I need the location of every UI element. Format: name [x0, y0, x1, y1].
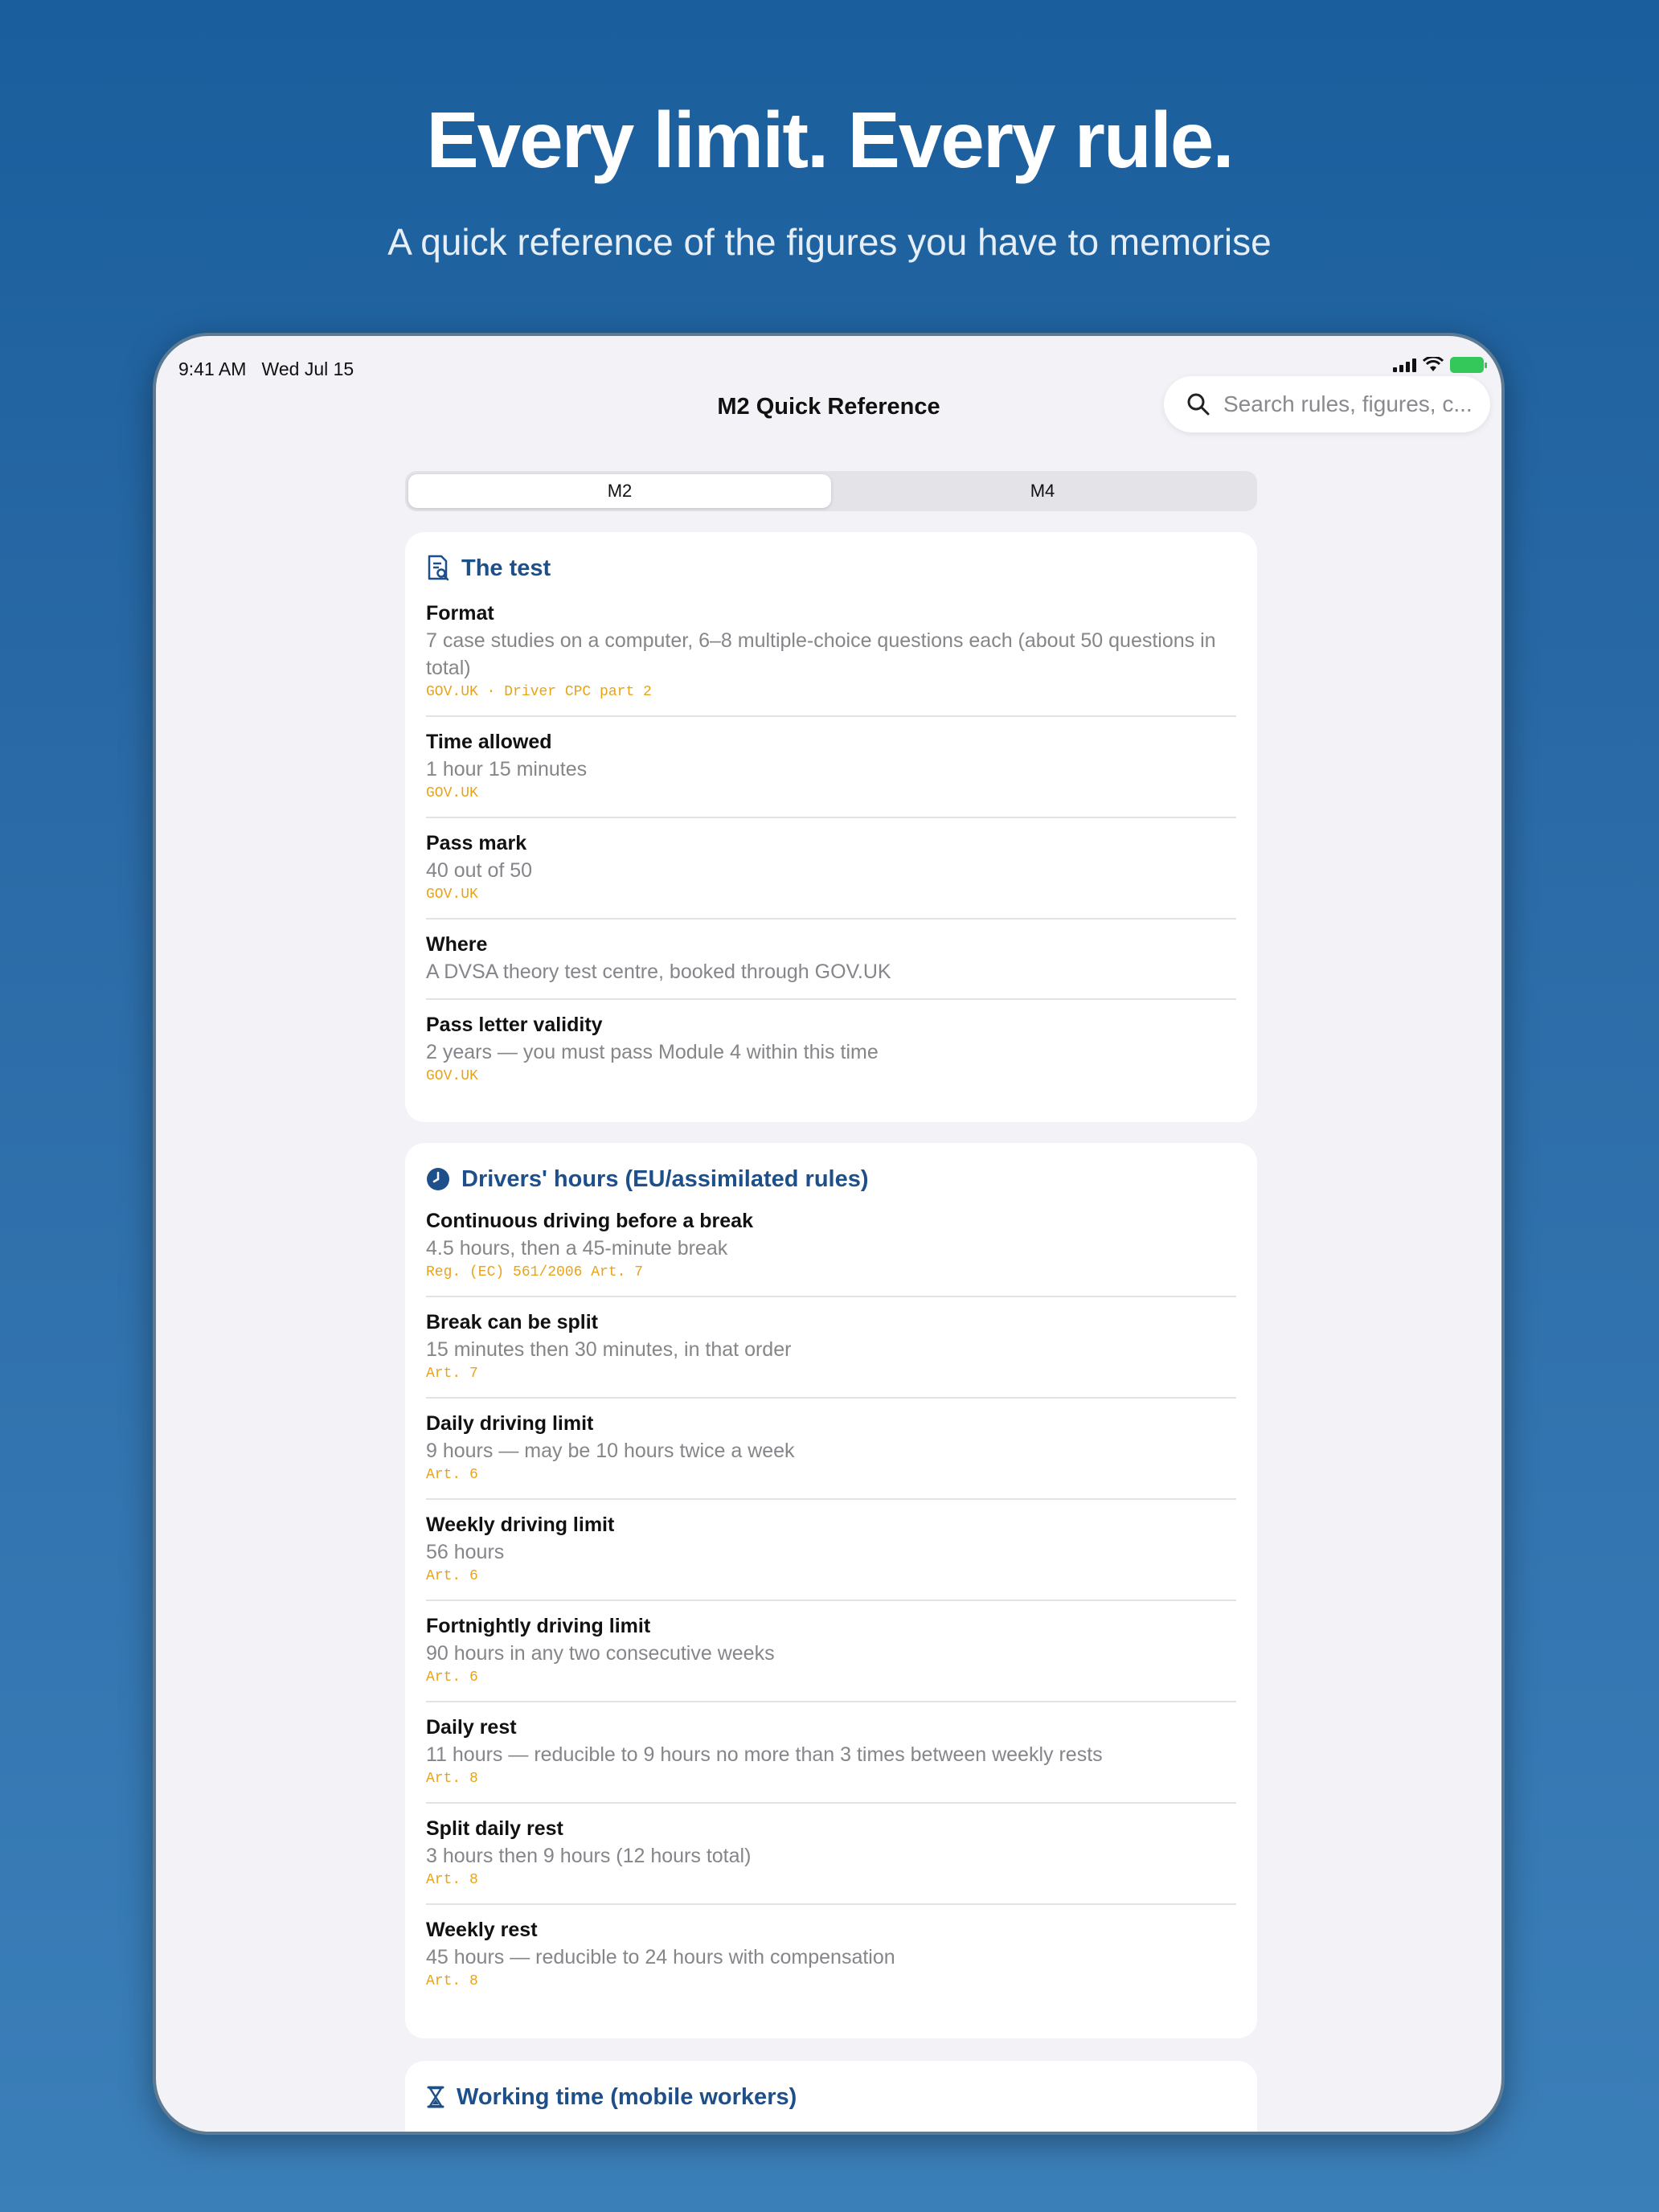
item-source: GOV.UK	[426, 1068, 478, 1084]
ipad-frame: 9:41 AM Wed Jul 15 M2 Quick Reference Se…	[153, 333, 1505, 2135]
item-value: 1 hour 15 minutes	[426, 758, 588, 780]
item-source: GOV.UK	[426, 887, 478, 903]
battery-charging-icon	[1450, 357, 1487, 373]
item-value: 15 minutes then 30 minutes, in that orde…	[426, 1338, 792, 1361]
item-value: 3 hours then 9 hours (12 hours total)	[426, 1845, 752, 1867]
item-label: Time allowed	[426, 731, 552, 753]
item-value: 40 out of 50	[426, 859, 533, 882]
list-item[interactable]: Weekly driving limit 56 hours Art. 6	[426, 1500, 1236, 1601]
item-label: Weekly rest	[426, 1919, 538, 1941]
list-item[interactable]: Weekly rest 45 hours — reducible to 24 h…	[426, 1905, 1236, 2005]
section-title: Working time (mobile workers)	[457, 2083, 797, 2110]
item-source: Art. 7	[426, 1366, 478, 1382]
section-card-working-time: Working time (mobile workers) Average wo…	[405, 2061, 1257, 2132]
item-label: Average working week	[426, 2128, 1236, 2132]
item-value: 4.5 hours, then a 45-minute break	[426, 1237, 728, 1260]
item-source: Art. 8	[426, 1872, 478, 1888]
item-source: Art. 6	[426, 1669, 478, 1686]
section-header: Working time (mobile workers)	[426, 2082, 1236, 2112]
list-item[interactable]: Continuous driving before a break 4.5 ho…	[426, 1196, 1236, 1297]
tab-m4[interactable]: M4	[831, 474, 1254, 508]
item-value: 90 hours in any two consecutive weeks	[426, 1642, 775, 1665]
item-source: Reg. (EC) 561/2006 Art. 7	[426, 1264, 644, 1280]
item-value: 2 years — you must pass Module 4 within …	[426, 1041, 879, 1063]
module-segmented-control[interactable]: M2 M4	[405, 471, 1257, 511]
item-label: Continuous driving before a break	[426, 1210, 753, 1232]
search-placeholder: Search rules, figures, c...	[1223, 391, 1473, 416]
item-source: Art. 8	[426, 1973, 478, 1989]
item-value: A DVSA theory test centre, booked throug…	[426, 961, 891, 983]
hero-subtitle: A quick reference of the figures you hav…	[387, 221, 1272, 263]
item-source: GOV.UK · Driver CPC part 2	[426, 684, 652, 700]
list-item[interactable]: Average working week	[426, 2117, 1236, 2132]
list-item[interactable]: Split daily rest 3 hours then 9 hours (1…	[426, 1804, 1236, 1905]
item-value: 56 hours	[426, 1541, 505, 1563]
item-value: 45 hours — reducible to 24 hours with co…	[426, 1946, 895, 1968]
list-item[interactable]: Break can be split 15 minutes then 30 mi…	[426, 1297, 1236, 1399]
item-value: 7 case studies on a computer, 6–8 multip…	[426, 629, 1216, 679]
document-search-icon	[428, 555, 449, 581]
item-label: Pass mark	[426, 832, 527, 854]
section-card-the-test: The test Format 7 case studies on a comp…	[405, 532, 1257, 1122]
item-source: GOV.UK	[426, 785, 478, 801]
item-value: 9 hours — may be 10 hours twice a week	[426, 1440, 795, 1462]
search-icon	[1187, 393, 1210, 416]
item-label: Format	[426, 602, 494, 625]
cellular-signal-icon	[1393, 358, 1416, 372]
section-card-drivers-hours: Drivers' hours (EU/assimilated rules) Co…	[405, 1143, 1257, 2038]
item-label: Daily driving limit	[426, 1412, 594, 1435]
item-label: Where	[426, 933, 488, 956]
item-source: Art. 6	[426, 1568, 478, 1584]
list-item[interactable]: Pass mark 40 out of 50 GOV.UK	[426, 818, 1236, 920]
section-header: The test	[426, 553, 1236, 584]
item-label: Split daily rest	[426, 1817, 563, 1840]
item-label: Fortnightly driving limit	[426, 1615, 651, 1637]
item-source: Art. 6	[426, 1467, 478, 1483]
search-field[interactable]: Search rules, figures, c...	[1164, 376, 1490, 432]
list-item[interactable]: Time allowed 1 hour 15 minutes GOV.UK	[426, 717, 1236, 818]
item-label: Pass letter validity	[426, 1014, 603, 1036]
section-title: The test	[461, 555, 551, 581]
status-time: 9:41 AM Wed Jul 15	[178, 358, 354, 379]
list-item[interactable]: Format 7 case studies on a computer, 6–8…	[426, 588, 1236, 717]
item-label: Daily rest	[426, 1716, 517, 1739]
list-item[interactable]: Fortnightly driving limit 90 hours in an…	[426, 1601, 1236, 1702]
list-item[interactable]: Pass letter validity 2 years — you must …	[426, 1000, 1236, 1100]
item-label: Break can be split	[426, 1311, 598, 1333]
list-item[interactable]: Daily rest 11 hours — reducible to 9 hou…	[426, 1702, 1236, 1804]
list-item[interactable]: Where A DVSA theory test centre, booked …	[426, 920, 1236, 1000]
hero-title: Every limit. Every rule.	[426, 96, 1234, 184]
status-icons	[1393, 357, 1487, 373]
item-label: Weekly driving limit	[426, 1514, 615, 1536]
list-item[interactable]: Daily driving limit 9 hours — may be 10 …	[426, 1399, 1236, 1500]
section-header: Drivers' hours (EU/assimilated rules)	[426, 1164, 1236, 1194]
clock-icon	[427, 1168, 449, 1190]
hourglass-icon	[427, 2086, 444, 2108]
item-value: 11 hours — reducible to 9 hours no more …	[426, 1743, 1103, 1766]
wifi-icon	[1423, 357, 1444, 371]
item-source: Art. 8	[426, 1771, 478, 1787]
section-title: Drivers' hours (EU/assimilated rules)	[461, 1165, 869, 1192]
tab-m2[interactable]: M2	[408, 474, 831, 508]
